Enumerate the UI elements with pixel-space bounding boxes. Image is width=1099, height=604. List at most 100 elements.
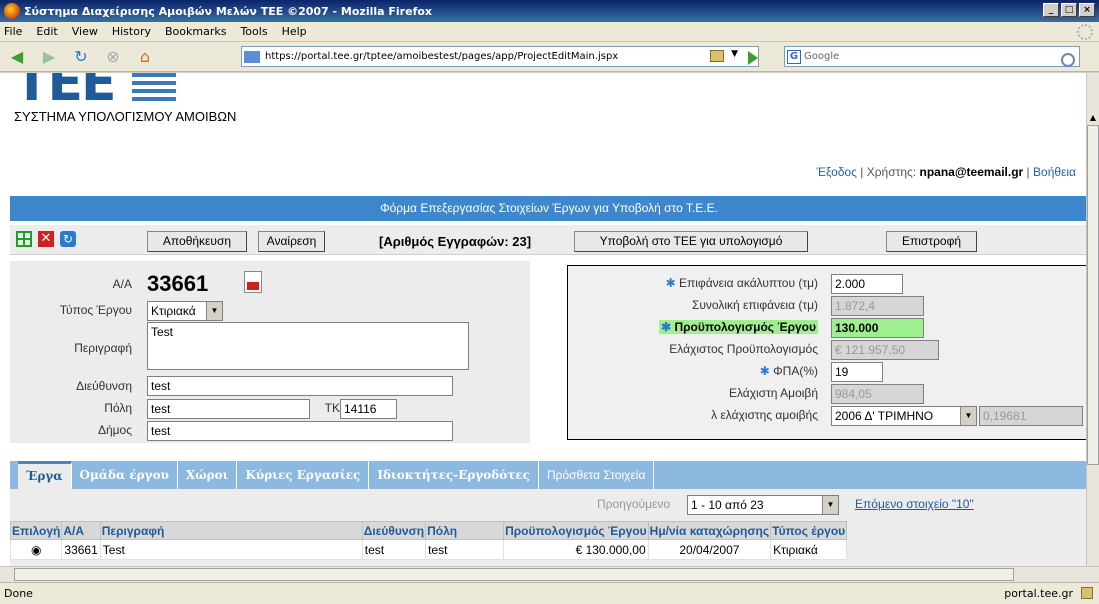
google-engine-icon[interactable]: G	[787, 49, 801, 64]
min-budget-label: Ελάχιστος Προϋπολογισμός	[669, 342, 818, 356]
hscroll-thumb[interactable]	[14, 568, 1014, 581]
column-header[interactable]: Πόλη	[425, 521, 505, 540]
menu-file[interactable]: File	[4, 25, 22, 38]
projects-table-area: Προηγούμενο 1 - 10 από 23 ▼ Επόμενο στοι…	[9, 489, 1086, 566]
scroll-thumb[interactable]	[1087, 125, 1099, 465]
status-bar: Done portal.tee.gr	[0, 582, 1099, 604]
column-header[interactable]: Προϋπολογισμός Έργου	[503, 521, 649, 540]
budget-label: ✱ Προϋπολογισμός Έργου	[568, 320, 818, 334]
search-input[interactable]: G Google	[784, 46, 1080, 67]
tee-logo: TEE ΣΥΣΤΗΜΑ ΥΠΟΛΟΓΙΣΜΟΥ ΑΜΟΙΒΩΝ	[14, 73, 236, 124]
description-textarea[interactable]: Test	[147, 322, 469, 370]
pager-prev: Προηγούμενο	[597, 497, 671, 511]
required-star-icon: ✱	[759, 364, 770, 378]
forward-arrow-icon[interactable]: ▶	[38, 46, 60, 68]
submit-to-tee-button[interactable]: Υποβολή στο ΤΕΕ για υπολογισμό	[574, 231, 808, 252]
lock-icon[interactable]	[1081, 587, 1093, 599]
menu-edit[interactable]: Edit	[36, 25, 57, 38]
table-header-row: Επιλογή Α/Α Περιγραφή Διεύθυνση Πόλη Προ…	[9, 521, 848, 540]
header-links: Έξοδος | Χρήστης: npana@teemail.gr | Βοή…	[816, 165, 1076, 179]
save-button[interactable]: Αποθήκευση	[147, 231, 247, 252]
back-arrow-icon[interactable]: ◀	[6, 46, 28, 68]
plot-area-input[interactable]: 2.000	[831, 274, 903, 294]
postal-code-input[interactable]: 14116	[340, 399, 397, 419]
plot-area-label: ✱ Επιφάνεια ακάλυπτου (τμ)	[665, 276, 818, 290]
project-type-select[interactable]: Κτιριακά ▼	[147, 301, 223, 321]
delete-icon[interactable]: ✕	[38, 231, 54, 247]
record-count: [Αριθμός Εγγραφών: 23]	[379, 234, 532, 249]
pager-next-link[interactable]: Επόμενο στοιχείο "10"	[855, 497, 974, 511]
horizontal-scrollbar[interactable]	[0, 566, 1099, 582]
menu-view[interactable]: View	[72, 25, 98, 38]
chevron-down-icon: ▼	[822, 496, 838, 514]
back-button[interactable]: Επιστροφή	[886, 231, 977, 252]
tab-owners[interactable]: Ιδιοκτήτες-Εργοδότες	[369, 461, 539, 489]
system-title: ΣΥΣΤΗΜΑ ΥΠΟΛΟΓΙΣΜΟΥ ΑΜΟΙΒΩΝ	[14, 109, 237, 124]
total-area-label: Συνολική επιφάνεια (τμ)	[691, 298, 818, 312]
add-icon[interactable]	[16, 231, 32, 247]
chevron-down-icon: ▼	[960, 407, 976, 425]
go-icon[interactable]	[748, 51, 758, 65]
lock-icon[interactable]	[710, 50, 724, 62]
url-text: https://portal.tee.gr/tptee/amoibestest/…	[265, 51, 619, 62]
search-placeholder: Google	[804, 51, 840, 62]
logo-text: TEE	[14, 73, 117, 113]
table-cell: € 130.000,00	[503, 539, 649, 560]
action-toolbar: ✕ ↻ Αποθήκευση Αναίρεση [Αριθμός Εγγραφώ…	[10, 225, 1086, 255]
help-link[interactable]: Βοήθεια	[1033, 165, 1076, 179]
tab-project-team[interactable]: Ομάδα έργου	[72, 461, 178, 489]
logout-link[interactable]: Έξοδος	[817, 165, 857, 179]
menu-history[interactable]: History	[112, 25, 151, 38]
pdf-icon[interactable]	[244, 271, 262, 293]
description-label: Περιγραφή	[74, 341, 132, 355]
column-header[interactable]: Επιλογή	[9, 521, 63, 540]
url-dropdown-icon[interactable]: ▼	[731, 49, 738, 59]
close-button[interactable]: ×	[1079, 3, 1095, 17]
lambda-period-select[interactable]: 2006 Δ' ΤΡΙΜΗΝΟ ▼	[831, 406, 977, 426]
column-header[interactable]: Τύπος έργου	[770, 521, 848, 540]
maximize-button[interactable]: □	[1061, 3, 1077, 17]
status-domain: portal.tee.gr	[1004, 587, 1073, 600]
scroll-up-icon[interactable]: ▲	[1087, 113, 1099, 125]
vertical-scrollbar[interactable]: ▲	[1086, 73, 1099, 566]
menu-tools[interactable]: Tools	[240, 25, 267, 38]
menu-help[interactable]: Help	[282, 25, 307, 38]
status-text: Done	[4, 587, 33, 600]
url-bar[interactable]: https://portal.tee.gr/tptee/amoibestest/…	[241, 46, 759, 67]
tab-additional-info[interactable]: Πρόσθετα Στοιχεία	[539, 461, 655, 489]
municipality-input[interactable]: test	[147, 421, 453, 441]
table-cell: test	[361, 539, 427, 560]
reload-icon[interactable]: ↻	[70, 46, 92, 68]
column-header[interactable]: Α/Α	[61, 521, 101, 540]
vat-input[interactable]: 19	[831, 362, 883, 382]
refresh-icon[interactable]: ↻	[60, 231, 76, 247]
home-icon[interactable]: ⌂	[134, 46, 156, 68]
table-row[interactable]: ◉ 33661 Test test test € 130.000,00 20/0…	[9, 539, 848, 560]
user-name: npana@teemail.gr	[919, 165, 1024, 179]
column-header[interactable]: Ημ/νία καταχώρησης	[647, 521, 772, 540]
undo-button[interactable]: Αναίρεση	[258, 231, 325, 252]
tab-projects[interactable]: Έργα	[18, 461, 72, 489]
min-fee-input: 984,05	[831, 384, 924, 404]
minimize-button[interactable]: _	[1043, 3, 1059, 17]
tab-main-works[interactable]: Κύριες Εργασίες	[237, 461, 370, 489]
table-cell: 33661	[61, 539, 101, 560]
pager-range-select[interactable]: 1 - 10 από 23 ▼	[687, 495, 839, 515]
required-star-icon: ✱	[665, 276, 676, 290]
table-cell: Test	[99, 539, 363, 560]
column-header[interactable]: Διεύθυνση	[361, 521, 427, 540]
form-title: Φόρμα Επεξεργασίας Στοιχείων Έργων για Υ…	[380, 201, 718, 215]
city-input[interactable]: test	[147, 399, 310, 419]
stop-icon[interactable]: ⊗	[102, 46, 124, 68]
chevron-down-icon: ▼	[206, 302, 222, 320]
search-icon[interactable]	[1061, 53, 1075, 67]
pager-range-value: 1 - 10 από 23	[691, 498, 764, 512]
window-title: Σύστημα Διαχείρισης Αμοιβών Μελών ΤΕΕ ©2…	[24, 4, 433, 18]
tab-rooms[interactable]: Χώροι	[178, 461, 238, 489]
row-select-radio[interactable]: ◉	[9, 539, 63, 560]
address-input[interactable]: test	[147, 376, 453, 396]
budget-input[interactable]: 130.000	[831, 318, 924, 338]
postal-code-label: ΤΚ	[324, 401, 340, 415]
menu-bookmarks[interactable]: Bookmarks	[165, 25, 226, 38]
column-header[interactable]: Περιγραφή	[99, 521, 363, 540]
